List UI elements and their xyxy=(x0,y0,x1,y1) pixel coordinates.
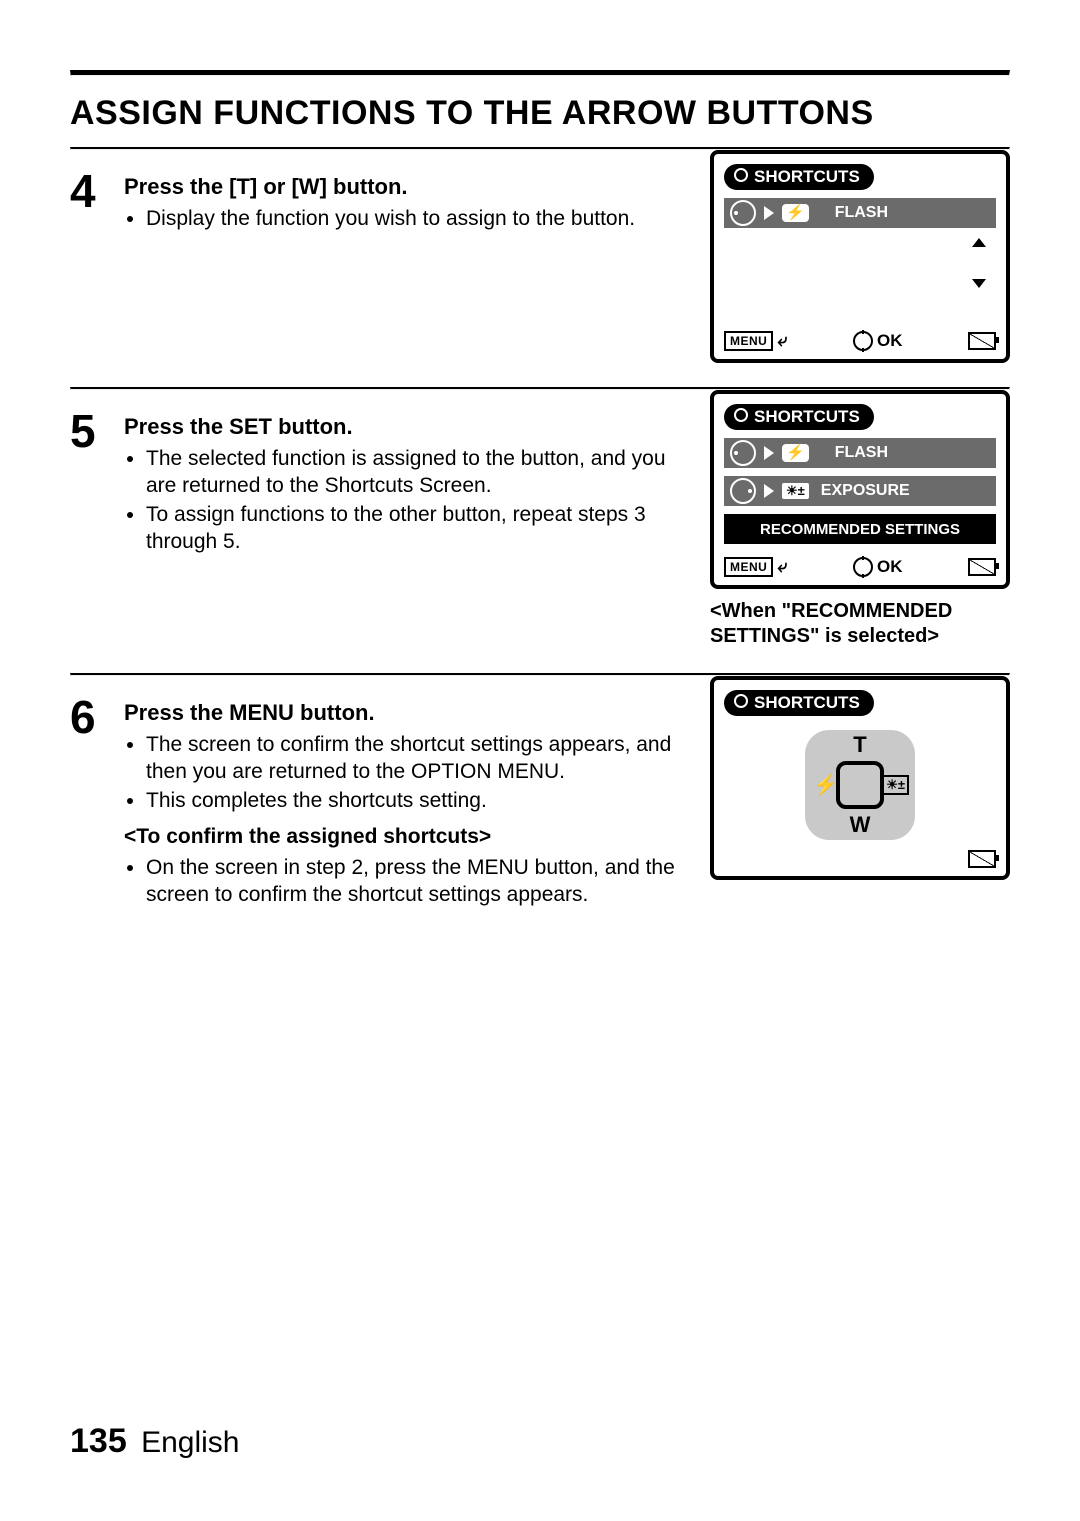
exposure-label: EXPOSURE xyxy=(821,482,910,500)
footer-language: English xyxy=(141,1426,239,1459)
step-subheading: <To confirm the assigned shortcuts> xyxy=(124,825,692,849)
step-bullet: To assign functions to the other button,… xyxy=(146,502,692,556)
dpad-left-icon xyxy=(730,440,756,466)
joystick-t-label: T xyxy=(853,732,866,758)
triangle-right-icon xyxy=(764,206,774,220)
step-6: 6 Press the MENU button. The screen to c… xyxy=(70,676,1010,910)
joystick-flash-icon: ⚡ xyxy=(813,773,838,798)
ok-label: OK xyxy=(877,557,903,577)
page-title: ASSIGN FUNCTIONS TO THE ARROW BUTTONS xyxy=(70,94,1010,133)
step-heading: Press the SET button. xyxy=(124,414,692,440)
back-arrow-icon: ⤶ xyxy=(777,556,787,577)
step-bullet: Display the function you wish to assign … xyxy=(146,206,692,233)
battery-icon xyxy=(968,850,996,868)
screen-caption: <When "RECOMMENDED SETTINGS" is selected… xyxy=(710,599,1010,649)
manual-page: ASSIGN FUNCTIONS TO THE ARROW BUTTONS 4 … xyxy=(0,0,1080,1521)
step-number: 6 xyxy=(70,694,124,740)
shortcuts-pill: SHORTCUTS xyxy=(724,404,874,430)
shortcuts-pill: SHORTCUTS xyxy=(724,690,874,716)
triangle-right-icon xyxy=(764,484,774,498)
flash-label: FLASH xyxy=(835,444,888,462)
arrow-down-icon xyxy=(972,279,986,288)
scroll-arrows xyxy=(972,238,986,288)
row-flash: ⚡ FLASH xyxy=(724,198,996,228)
ok-icon xyxy=(853,331,873,351)
step-bullet: On the screen in step 2, press the MENU … xyxy=(146,855,692,909)
step-heading: Press the MENU button. xyxy=(124,700,692,726)
step-bullet: The screen to confirm the shortcut setti… xyxy=(146,732,692,786)
battery-icon xyxy=(968,558,996,576)
target-icon xyxy=(734,693,748,713)
triangle-right-icon xyxy=(764,446,774,460)
joystick-center xyxy=(836,761,884,809)
flash-icon: ⚡ xyxy=(782,204,809,222)
camera-screen-1: SHORTCUTS ⚡ FLASH MEN xyxy=(710,150,1010,363)
camera-screen-2: SHORTCUTS ⚡ FLASH ☀± EXPOSURE RECOMMENDE… xyxy=(710,390,1010,589)
exposure-icon: ☀± xyxy=(782,483,809,499)
top-rule xyxy=(70,70,1010,76)
row-flash: ⚡ FLASH xyxy=(724,438,996,468)
dpad-right-icon xyxy=(730,478,756,504)
step-bullet: The selected function is assigned to the… xyxy=(146,446,692,500)
back-arrow-icon: ⤶ xyxy=(777,330,787,351)
step-number: 4 xyxy=(70,168,124,214)
step-4: 4 Press the [T] or [W] button. Display t… xyxy=(70,150,1010,363)
arrow-up-icon xyxy=(972,238,986,247)
flash-icon: ⚡ xyxy=(782,444,809,462)
row-recommended: RECOMMENDED SETTINGS xyxy=(724,514,996,544)
dpad-left-icon xyxy=(730,200,756,226)
menu-button-label: MENU xyxy=(724,557,773,577)
target-icon xyxy=(734,167,748,187)
page-footer: 135 English xyxy=(70,1422,239,1461)
row-exposure: ☀± EXPOSURE xyxy=(724,476,996,506)
shortcuts-label: SHORTCUTS xyxy=(754,693,860,713)
step-number: 5 xyxy=(70,408,124,454)
ok-icon xyxy=(853,557,873,577)
menu-button-label: MENU xyxy=(724,331,773,351)
joystick-w-label: W xyxy=(850,812,871,838)
shortcuts-label: SHORTCUTS xyxy=(754,167,860,187)
shortcuts-pill: SHORTCUTS xyxy=(724,164,874,190)
joystick-exposure-icon: ☀± xyxy=(882,775,909,795)
ok-label: OK xyxy=(877,331,903,351)
page-number: 135 xyxy=(70,1422,127,1460)
step-5: 5 Press the SET button. The selected fun… xyxy=(70,390,1010,649)
battery-icon xyxy=(968,332,996,350)
camera-screen-3: SHORTCUTS T W ⚡ ☀± xyxy=(710,676,1010,880)
recommended-label: RECOMMENDED SETTINGS xyxy=(760,521,960,538)
flash-label: FLASH xyxy=(835,204,888,222)
step-bullet: This completes the shortcuts setting. xyxy=(146,788,692,815)
shortcuts-label: SHORTCUTS xyxy=(754,407,860,427)
step-heading: Press the [T] or [W] button. xyxy=(124,174,692,200)
joystick-diagram: T W ⚡ ☀± xyxy=(805,730,915,840)
target-icon xyxy=(734,407,748,427)
